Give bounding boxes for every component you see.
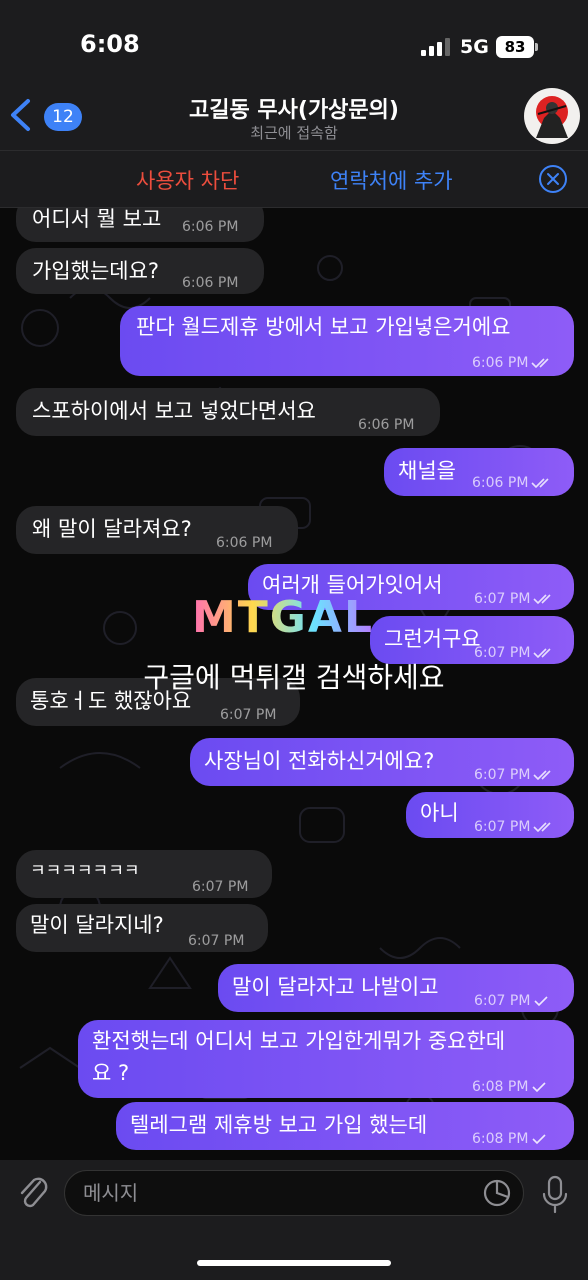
message-incoming[interactable]: 말이 달라지네? 6:07 PM [16,904,268,952]
double-check-icon [531,478,549,489]
message-text: 텔레그램 제휴방 보고 가입 했는데 [130,1113,428,1137]
message-time: 6:06 PM [182,219,239,235]
chevron-left-icon [11,99,30,131]
message-incoming[interactable]: 왜 말이 달라져요? 6:06 PM [16,506,298,554]
message-text: 사장님이 전화하신거에요? [204,749,435,773]
double-check-icon [533,770,551,781]
add-contact-button[interactable]: 연락처에 추가 [330,165,453,195]
chat-area[interactable]: 어디서 뭘 보고 6:06 PM 가입했는데요? 6:06 PM 판다 월드제휴… [0,208,588,1160]
message-text: 그런거구요 [384,627,481,651]
message-text: 채널을 [398,459,456,483]
double-check-icon [531,358,549,369]
message-time: 6:07 PM [220,707,277,723]
warrior-avatar-icon [536,96,568,138]
status-time: 6:08 [80,30,140,58]
message-text: 왜 말이 달라져요? [32,517,192,541]
block-user-button[interactable]: 사용자 차단 [136,165,239,195]
message-input[interactable] [64,1170,524,1216]
message-time: 6:06 PM [182,275,239,291]
avatar[interactable] [524,88,580,144]
chat-title[interactable]: 고길동 무사(가상문의) [0,92,588,124]
watermark-logo: MTGAL [192,592,375,643]
message-text: 어디서 뭘 보고 [32,208,162,231]
home-indicator[interactable] [197,1260,391,1266]
battery-tip [535,43,538,51]
action-bar: 사용자 차단 연락처에 추가 [0,150,588,208]
message-time: 6:06 PM [472,468,553,498]
message-outgoing[interactable]: 환전햇는데 어디서 보고 가입한게뭐가 중요한데 요 ? 6:08 PM [78,1020,574,1098]
message-incoming[interactable]: 스포하이에서 보고 넣었다면서요 6:06 PM [16,388,440,436]
message-outgoing[interactable]: 말이 달라자고 나발이고 6:07 PM [218,964,574,1012]
message-text: 말이 달라지네? [30,913,164,937]
message-outgoing[interactable]: 아니 6:07 PM [406,792,574,838]
battery-icon: 83 [496,36,534,58]
check-icon [532,1134,546,1145]
back-button[interactable]: 12 [8,94,82,134]
message-time: 6:07 PM [474,986,549,1016]
message-time: 6:08 PM [472,1124,547,1154]
check-icon [534,996,548,1007]
chat-header: 고길동 무사(가상문의) 최근에 접속함 12 [0,88,588,150]
microphone-icon[interactable] [540,1174,570,1214]
message-text-line2: 요 ? [92,1061,130,1085]
message-time: 6:07 PM [474,760,555,790]
message-composer [0,1160,588,1280]
unread-count-badge: 12 [44,103,82,131]
message-incoming[interactable]: ㅋㅋㅋㅋㅋㅋㅋ 6:07 PM [16,850,272,898]
message-incoming[interactable]: 어디서 뭘 보고 6:06 PM [16,208,264,242]
message-time: 6:07 PM [474,584,555,614]
message-outgoing[interactable]: 판다 월드제휴 방에서 보고 가입넣은거에요 6:06 PM [120,306,574,376]
signal-icon [421,38,451,56]
message-outgoing[interactable]: 텔레그램 제휴방 보고 가입 했는데 6:08 PM [116,1102,574,1150]
message-outgoing[interactable]: 채널을 6:06 PM [384,448,574,496]
sticker-icon[interactable] [482,1178,512,1208]
message-text: 판다 월드제휴 방에서 보고 가입넣은거에요 [136,315,511,339]
message-outgoing[interactable]: 사장님이 전화하신거에요? 6:07 PM [190,738,574,786]
message-time: 6:06 PM [216,535,273,551]
paperclip-icon[interactable] [16,1174,50,1212]
message-time: 6:07 PM [192,879,249,895]
message-text: 말이 달라자고 나발이고 [232,975,439,999]
double-check-icon [533,594,551,605]
message-text: 가입했는데요? [32,259,160,283]
message-incoming[interactable]: 가입했는데요? 6:06 PM [16,248,264,294]
chat-status: 최근에 접속함 [250,124,338,142]
message-time: 6:07 PM [474,812,555,842]
message-text: 스포하이에서 보고 넣었다면서요 [32,399,316,423]
close-icon[interactable] [538,164,568,194]
status-bar: 6:08 5G 83 [0,0,588,92]
message-time: 6:06 PM [358,417,415,433]
double-check-icon [533,822,551,833]
message-text: 아니 [420,801,459,825]
message-time: 6:08 PM [472,1072,547,1102]
watermark-text: 구글에 먹튀갤 검색하세요 [143,661,445,694]
network-label: 5G [460,36,489,58]
message-text: ㅋㅋㅋㅋㅋㅋㅋ [30,861,140,881]
message-time: 6:06 PM [472,348,553,378]
message-text: 환전햇는데 어디서 보고 가입한게뭐가 중요한데 [92,1029,506,1053]
check-icon [532,1082,546,1093]
message-time: 6:07 PM [188,933,245,949]
